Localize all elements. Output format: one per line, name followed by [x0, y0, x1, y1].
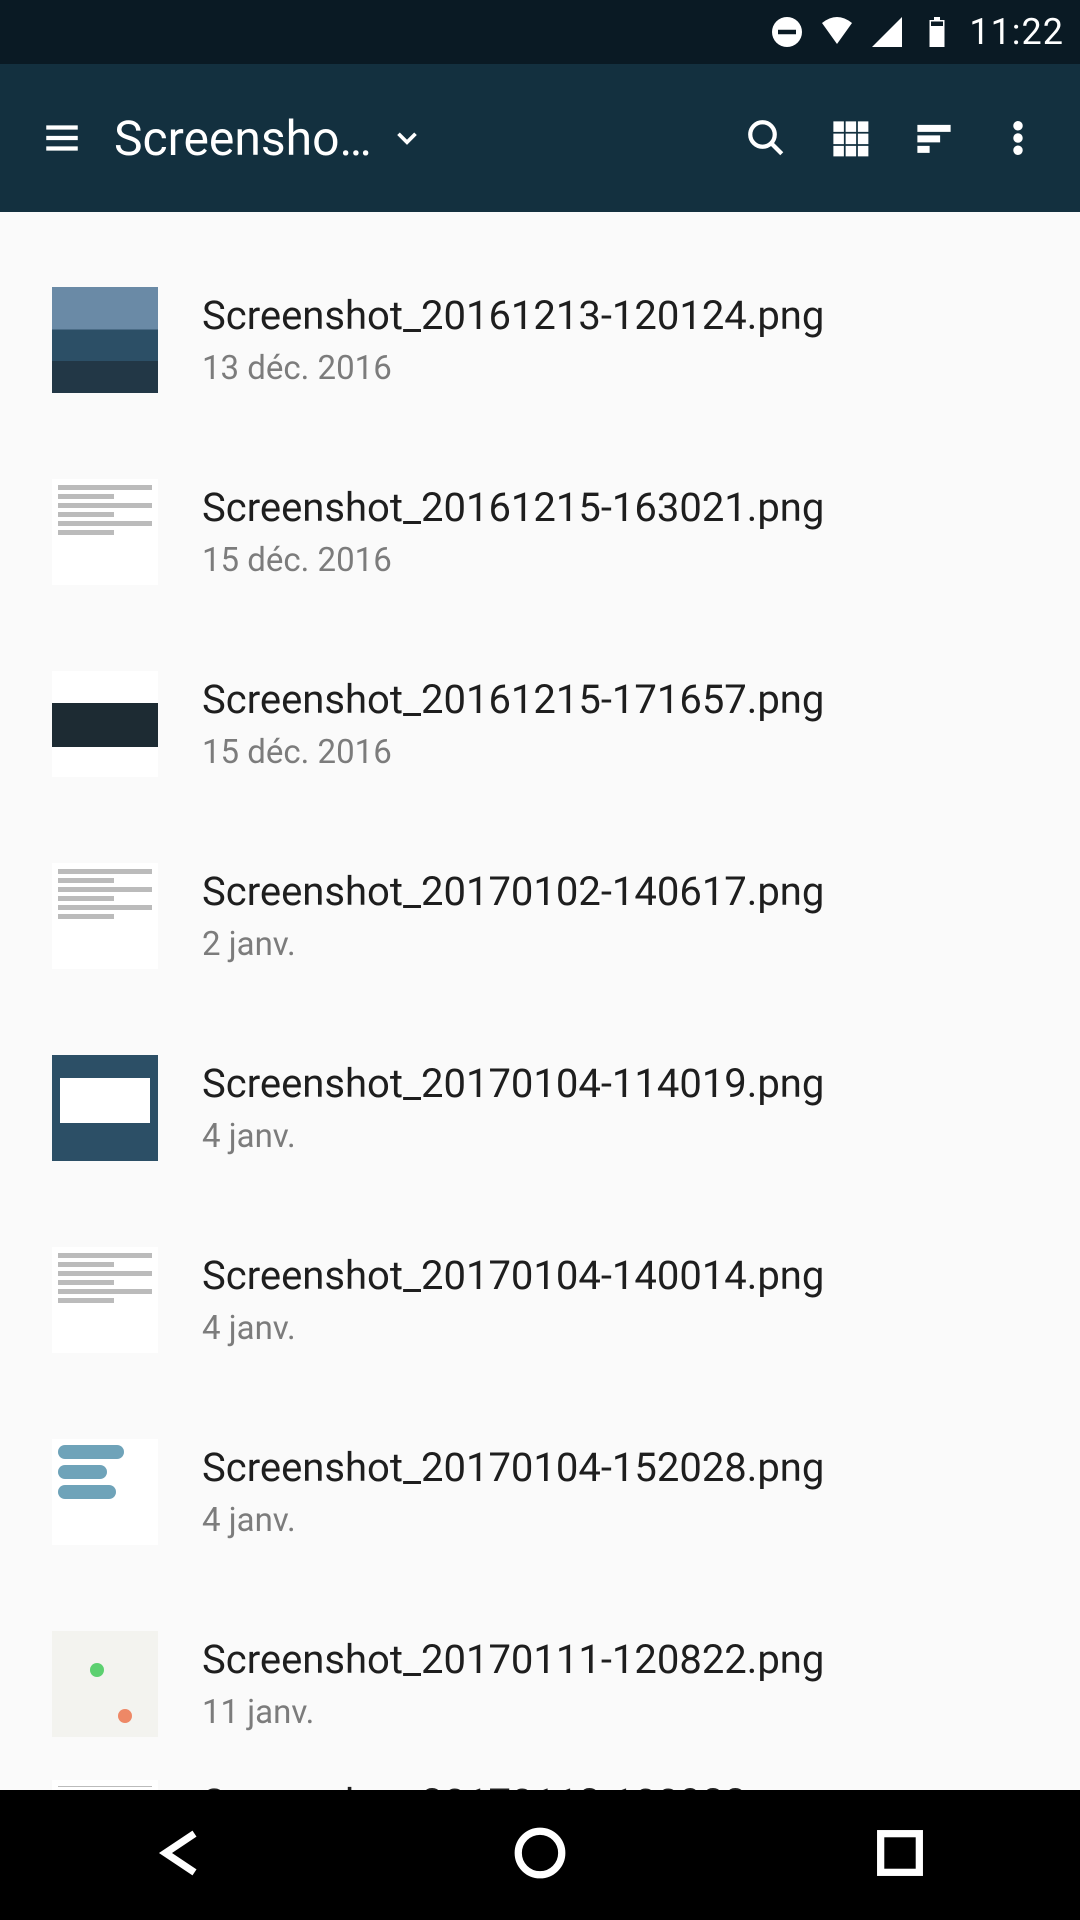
hamburger-icon [41, 117, 83, 159]
overflow-button[interactable] [976, 64, 1060, 212]
file-thumbnail [52, 1439, 158, 1545]
list-item[interactable]: Screenshot_20170112-100922.png12 janv. [0, 1780, 1080, 1790]
file-date: 13 déc. 2016 [202, 349, 824, 388]
list-item[interactable]: Screenshot_20170104-114019.png 4 janv. [0, 1012, 1080, 1204]
file-name: Screenshot_20161213-120124.png [202, 292, 824, 339]
file-name: Screenshot_20170104-140014.png [202, 1252, 824, 1299]
file-thumbnail [52, 1247, 158, 1353]
battery-icon [919, 14, 955, 50]
file-date: 15 déc. 2016 [202, 541, 824, 580]
list-item[interactable]: Screenshot_20170102-140617.png 2 janv. [0, 820, 1080, 1012]
sort-button[interactable] [892, 64, 976, 212]
list-item[interactable]: Screenshot_20161213-120124.png 13 déc. 20… [0, 244, 1080, 436]
file-thumbnail [52, 479, 158, 585]
file-date: 4 janv. [202, 1117, 824, 1156]
sort-icon [913, 117, 955, 159]
list-item[interactable]: Screenshot_20161215-163021.png 15 déc. 20… [0, 436, 1080, 628]
search-icon [745, 117, 787, 159]
file-date: 4 janv. [202, 1309, 824, 1348]
page-title: Screensho… [114, 110, 372, 167]
file-thumbnail [52, 1631, 158, 1737]
app-bar: Screensho… [0, 64, 1080, 212]
file-name: Screenshot_20170112-100922.png [202, 1780, 824, 1790]
grid-icon [829, 117, 871, 159]
file-thumbnail [52, 671, 158, 777]
file-date: 15 déc. 2016 [202, 733, 824, 772]
list-item[interactable]: Screenshot_20161215-171657.png 15 déc. 20… [0, 628, 1080, 820]
file-name: Screenshot_20170102-140617.png [202, 868, 824, 915]
file-name: Screenshot_20170104-152028.png [202, 1444, 824, 1491]
more-vert-icon [997, 117, 1039, 159]
recents-button[interactable] [871, 1824, 929, 1886]
minus-circle-icon [769, 14, 805, 50]
file-name: Screenshot_20170104-114019.png [202, 1060, 824, 1107]
home-button[interactable] [511, 1824, 569, 1886]
file-date: 4 janv. [202, 1501, 824, 1540]
view-grid-button[interactable] [808, 64, 892, 212]
nav-bar [0, 1790, 1080, 1920]
back-button[interactable] [151, 1824, 209, 1886]
file-name: Screenshot_20170111-120822.png [202, 1636, 824, 1683]
back-icon [151, 1824, 209, 1882]
file-name: Screenshot_20161215-171657.png [202, 676, 824, 723]
wifi-icon [819, 14, 855, 50]
file-date: 11 janv. [202, 1693, 824, 1732]
status-bar: 11:22 [0, 0, 1080, 64]
file-name: Screenshot_20161215-163021.png [202, 484, 824, 531]
menu-button[interactable] [20, 64, 104, 212]
list-item[interactable]: Screenshot_20170111-120822.png 11 janv. [0, 1588, 1080, 1780]
home-icon [511, 1824, 569, 1882]
status-time: 11:22 [969, 11, 1064, 53]
list-item[interactable]: Screenshot_20170104-152028.png 4 janv. [0, 1396, 1080, 1588]
list-item[interactable]: Screenshot_20170104-140014.png 4 janv. [0, 1204, 1080, 1396]
file-thumbnail [52, 863, 158, 969]
file-thumbnail [52, 1780, 158, 1790]
recents-icon [871, 1824, 929, 1882]
file-thumbnail [52, 1055, 158, 1161]
file-thumbnail [52, 287, 158, 393]
signal-icon [869, 14, 905, 50]
file-date: 2 janv. [202, 925, 824, 964]
chevron-down-icon [390, 121, 424, 155]
file-list: Screenshot_20161213-120124.png 13 déc. 20… [0, 212, 1080, 1790]
folder-dropdown[interactable] [372, 121, 442, 155]
search-button[interactable] [724, 64, 808, 212]
